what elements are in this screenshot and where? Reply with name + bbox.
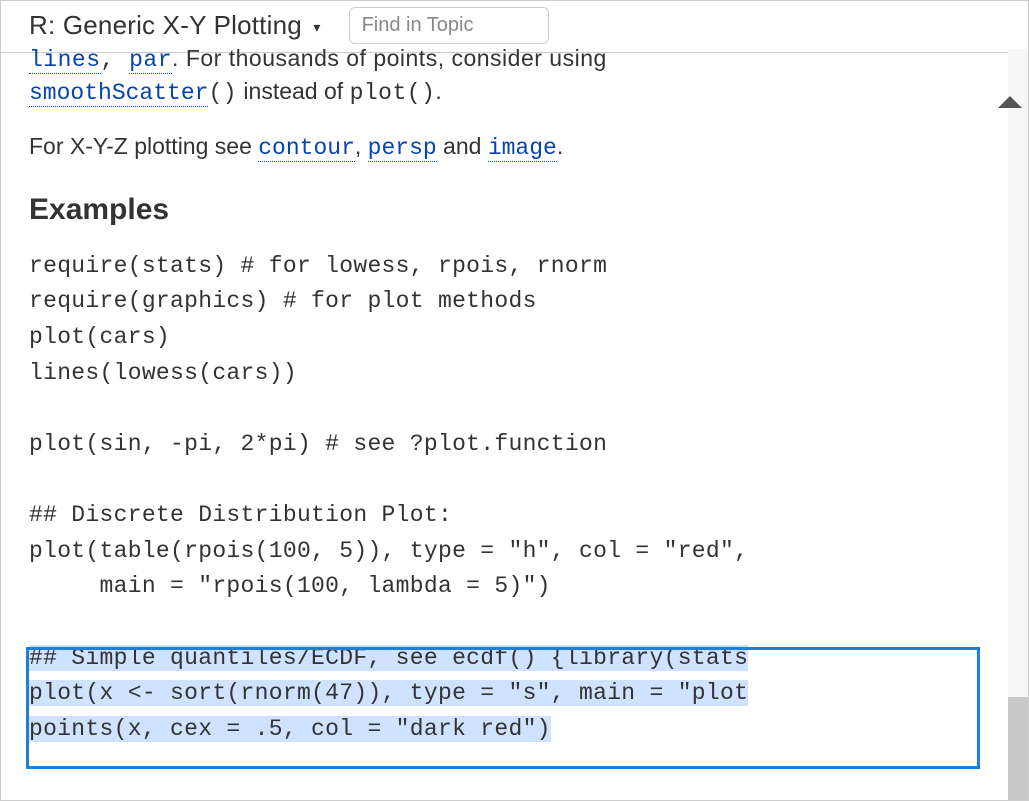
code-line: lines(lowess(cars)): [29, 360, 297, 386]
scrollbar-track[interactable]: [1008, 49, 1028, 800]
code-line-selected: ## Simple quantiles/ECDF, see ecdf() {li…: [29, 645, 748, 671]
code-line-selected: plot(x <- sort(rnorm(47)), type = "s", m…: [29, 680, 748, 706]
link-lines[interactable]: lines: [29, 49, 101, 74]
text: .: [435, 78, 441, 104]
link-smoothscatter[interactable]: smoothScatter: [29, 80, 208, 107]
text: ,: [355, 133, 368, 159]
topic-title-text: R: Generic X-Y Plotting: [29, 10, 302, 40]
scroll-up-button[interactable]: [994, 89, 1026, 115]
code-line-selected: points(x, cex = .5, col = "dark red"): [29, 716, 551, 742]
topbar: R: Generic X-Y Plotting ▾: [1, 1, 1028, 53]
link-image[interactable]: image: [488, 135, 557, 162]
line-smoothscatter: smoothScatter() instead of plot().: [29, 76, 988, 109]
code-line: require(graphics) # for plot methods: [29, 288, 537, 314]
examples-code[interactable]: require(stats) # for lowess, rpois, rnor…: [29, 249, 988, 748]
code-line: plot(table(rpois(100, 5)), type = "h", c…: [29, 538, 748, 564]
caret-down-icon: ▾: [313, 19, 320, 35]
link-contour[interactable]: contour: [258, 135, 355, 162]
text: instead of: [237, 78, 350, 104]
find-in-topic-input[interactable]: [349, 7, 549, 44]
para-xyz: For X-Y-Z plotting see contour, persp an…: [29, 131, 988, 164]
text: For X-Y-Z plotting see: [29, 133, 258, 159]
code-line: plot(cars): [29, 324, 170, 350]
text: and: [437, 133, 488, 159]
link-persp[interactable]: persp: [368, 135, 437, 162]
scrollbar-thumb[interactable]: [1008, 697, 1028, 801]
help-pane: R: Generic X-Y Plotting ▾ lines, par. Fo…: [0, 0, 1029, 801]
heading-examples: Examples: [29, 190, 988, 231]
text: ,: [101, 49, 130, 73]
code-line: main = "rpois(100, lambda = 5)"): [29, 573, 551, 599]
link-par[interactable]: par: [129, 49, 172, 74]
content-area: lines, par. For thousands of points, con…: [29, 49, 988, 800]
text: . For thousands of points, consider usin…: [172, 49, 607, 71]
code-line: ## Discrete Distribution Plot:: [29, 502, 452, 528]
text: (): [208, 80, 237, 106]
topic-title[interactable]: R: Generic X-Y Plotting ▾: [29, 10, 321, 41]
code-plot: plot(): [350, 80, 436, 106]
text: .: [557, 133, 563, 159]
code-line: plot(sin, -pi, 2*pi) # see ?plot.functio…: [29, 431, 607, 457]
code-line: require(stats) # for lowess, rpois, rnor…: [29, 253, 607, 279]
partial-cutoff-line: lines, par. For thousands of points, con…: [29, 49, 988, 76]
